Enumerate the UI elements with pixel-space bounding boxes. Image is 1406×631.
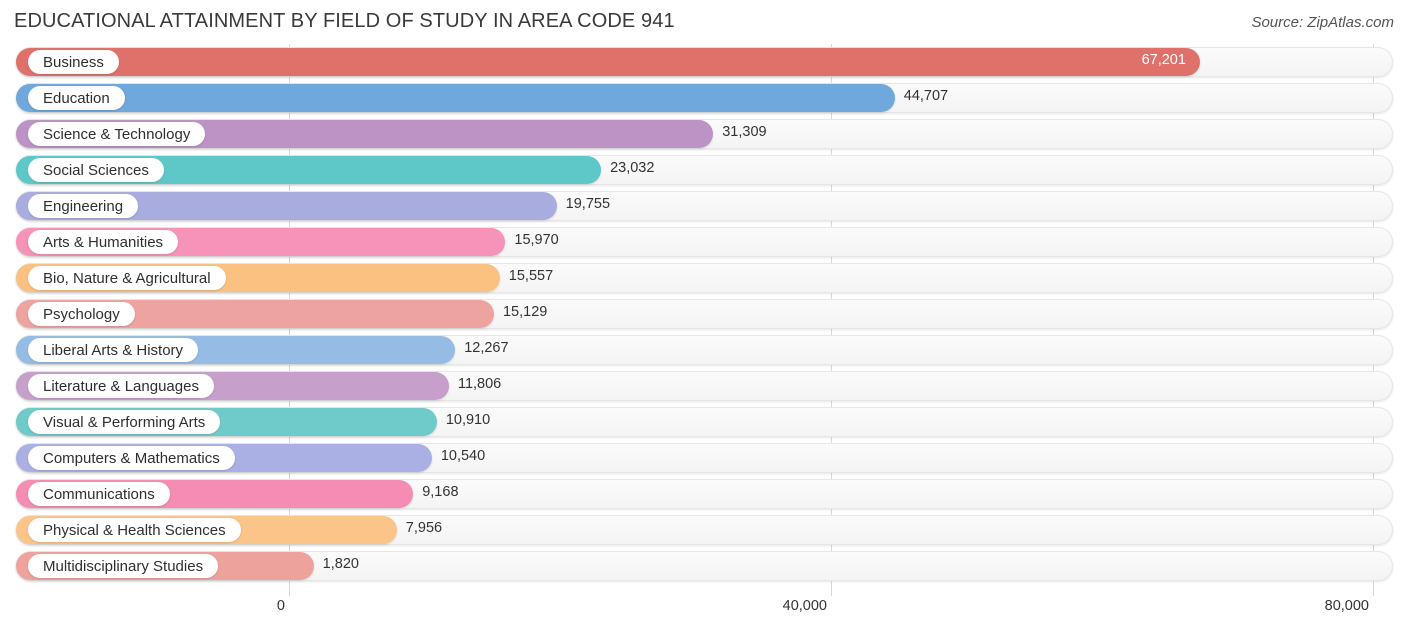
- bar-row: Communications 9,168: [0, 476, 1406, 512]
- page-title: EDUCATIONAL ATTAINMENT BY FIELD OF STUDY…: [14, 10, 675, 32]
- bar-row: Engineering 19,755: [0, 188, 1406, 224]
- bar-category-label: Liberal Arts & History: [43, 341, 184, 359]
- bar-row: Arts & Humanities 15,970: [0, 224, 1406, 260]
- bar-value-label: 44,707: [903, 88, 949, 104]
- bar-label-pill: Multidisciplinary Studies: [28, 554, 219, 578]
- x-axis-tick: 40,000: [782, 598, 827, 614]
- bar-value-label: 1,820: [322, 556, 359, 572]
- bar-category-label: Multidisciplinary Studies: [43, 557, 204, 575]
- bar-category-label: Arts & Humanities: [43, 233, 164, 251]
- bar-label-pill: Psychology: [28, 302, 135, 326]
- bar-label-pill: Arts & Humanities: [28, 230, 179, 254]
- bar-category-label: Physical & Health Sciences: [43, 521, 226, 539]
- bar-label-pill: Science & Technology: [28, 122, 206, 146]
- chart-plot-area: Business 67,201 Education 44,707 Science & T…: [0, 44, 1406, 596]
- bar-label-pill: Communications: [28, 482, 170, 506]
- bar-category-label: Visual & Performing Arts: [43, 413, 206, 431]
- bar-row: Physical & Health Sciences 7,956: [0, 512, 1406, 548]
- bar-category-label: Computers & Mathematics: [43, 449, 220, 467]
- bar[interactable]: [16, 48, 1200, 76]
- bar-value-label: 67,201: [1141, 52, 1186, 68]
- bar-row: Computers & Mathematics 10,540: [0, 440, 1406, 476]
- bar-label-pill: Liberal Arts & History: [28, 338, 199, 362]
- bar-label-pill: Literature & Languages: [28, 374, 214, 398]
- bar-value-label: 11,806: [457, 376, 502, 392]
- bar-category-label: Literature & Languages: [43, 377, 199, 395]
- bar-row: Psychology 15,129: [0, 296, 1406, 332]
- bar-value-label: 23,032: [610, 160, 655, 176]
- bar-value-label: 19,755: [565, 196, 611, 212]
- bar-category-label: Business: [43, 53, 104, 71]
- source-label: Source: ZipAtlas.com: [1251, 14, 1394, 31]
- bar-label-pill: Bio, Nature & Agricultural: [28, 266, 226, 290]
- bar-category-label: Psychology: [43, 305, 120, 323]
- bar-value-label: 12,267: [464, 340, 509, 356]
- bar-label-pill: Computers & Mathematics: [28, 446, 235, 470]
- bar-row: Literature & Languages 11,806: [0, 368, 1406, 404]
- x-axis-tick: 0: [276, 598, 285, 614]
- bar-label-pill: Visual & Performing Arts: [28, 410, 221, 434]
- bar-value-label: 31,309: [722, 124, 767, 140]
- bar-row: Social Sciences 23,032: [0, 152, 1406, 188]
- x-axis-tick: 80,000: [1324, 598, 1369, 614]
- bar[interactable]: [16, 84, 895, 112]
- bar-row: Visual & Performing Arts 10,910: [0, 404, 1406, 440]
- bar-label-pill: Engineering: [28, 194, 139, 218]
- bar-value-label: 10,540: [440, 448, 486, 464]
- bar-value-label: 7,956: [405, 520, 443, 536]
- bar-row: Bio, Nature & Agricultural 15,557: [0, 260, 1406, 296]
- bar-row: Multidisciplinary Studies 1,820: [0, 548, 1406, 584]
- bar-value-label: 15,970: [514, 232, 559, 248]
- bar-category-label: Bio, Nature & Agricultural: [43, 269, 211, 287]
- bar-label-pill: Education: [28, 86, 125, 110]
- bar-category-label: Science & Technology: [43, 125, 191, 143]
- x-axis: 0 40,000 80,000: [0, 596, 1406, 631]
- bar-category-label: Engineering: [43, 197, 124, 215]
- bar-category-label: Education: [43, 89, 110, 107]
- bar-row: Education 44,707: [0, 80, 1406, 116]
- bar-value-label: 15,557: [508, 268, 554, 284]
- bar-category-label: Social Sciences: [43, 161, 149, 179]
- bar-label-pill: Business: [28, 50, 119, 74]
- bar-label-pill: Physical & Health Sciences: [28, 518, 241, 542]
- chart-header: EDUCATIONAL ATTAINMENT BY FIELD OF STUDY…: [0, 0, 1406, 44]
- bar-row: Science & Technology 31,309: [0, 116, 1406, 152]
- bar-value-label: 15,129: [502, 304, 548, 320]
- bar-value-label: 10,910: [445, 412, 491, 428]
- bar-label-pill: Social Sciences: [28, 158, 164, 182]
- bar-category-label: Communications: [43, 485, 155, 503]
- bar-value-label: 9,168: [422, 484, 459, 500]
- bar-row: Business 67,201: [0, 44, 1406, 80]
- bar-rows: Business 67,201 Education 44,707 Science & T…: [0, 44, 1406, 584]
- bar-row: Liberal Arts & History 12,267: [0, 332, 1406, 368]
